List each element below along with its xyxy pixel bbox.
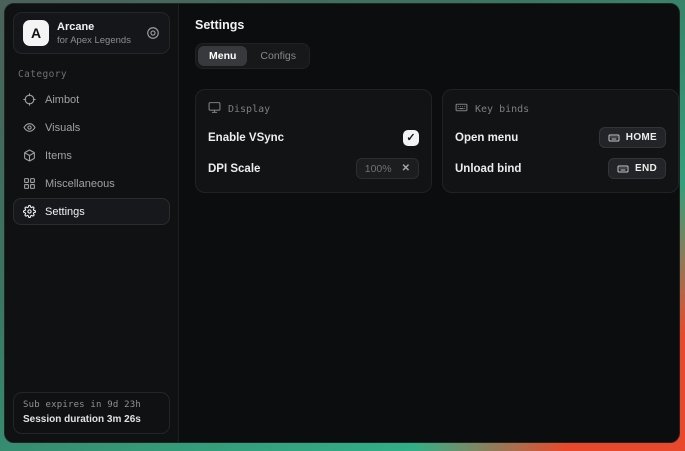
app-logo: A	[23, 20, 49, 46]
app-window: A Arcane for Apex Legends Category Aimbo	[4, 3, 680, 443]
brand-text: Arcane for Apex Legends	[57, 21, 131, 46]
keybinds-card: Key binds Open menu HOME Unload bind	[442, 89, 679, 193]
keybinds-card-title: Key binds	[475, 104, 529, 115]
open-menu-label: Open menu	[455, 132, 518, 144]
unload-bind-key: END	[635, 163, 657, 174]
vsync-label: Enable VSync	[208, 132, 284, 144]
display-card-title: Display	[228, 104, 270, 115]
sidebar-item-miscellaneous[interactable]: Miscellaneous	[13, 170, 170, 197]
vsync-row: Enable VSync ✓	[208, 127, 419, 148]
dpi-scale-input[interactable]: 100% ✕	[356, 158, 419, 179]
tab-bar: Menu Configs	[195, 43, 310, 69]
grid-icon	[23, 177, 36, 190]
keyboard-icon	[617, 163, 629, 175]
main-content: Settings Menu Configs Display	[179, 4, 680, 442]
open-menu-row: Open menu HOME	[455, 127, 666, 148]
monitor-icon	[208, 101, 221, 117]
tab-configs[interactable]: Configs	[249, 46, 307, 66]
display-card: Display Enable VSync ✓ DPI Scale 100% ✕	[195, 89, 432, 193]
dpi-row: DPI Scale 100% ✕	[208, 158, 419, 179]
sidebar-item-label: Settings	[45, 206, 85, 218]
app-name: Arcane	[57, 21, 131, 33]
unload-bind-label: Unload bind	[455, 163, 521, 175]
sidebar: A Arcane for Apex Legends Category Aimbo	[5, 4, 179, 442]
brand-card: A Arcane for Apex Legends	[13, 12, 170, 54]
box-icon	[23, 149, 36, 162]
open-menu-bind-key: HOME	[626, 132, 657, 143]
sidebar-item-items[interactable]: Items	[13, 142, 170, 169]
dpi-scale-value: 100%	[365, 163, 392, 175]
subscription-card: Sub expires in 9d 23h Session duration 3…	[13, 392, 170, 434]
crosshair-icon	[23, 93, 36, 106]
sidebar-item-label: Items	[45, 150, 72, 162]
app-subtitle: for Apex Legends	[57, 35, 131, 46]
sidebar-item-settings[interactable]: Settings	[13, 198, 170, 225]
sidebar-item-visuals[interactable]: Visuals	[13, 114, 170, 141]
page-title: Settings	[195, 18, 679, 32]
keybinds-card-header: Key binds	[455, 101, 666, 117]
sidebar-item-label: Visuals	[45, 122, 80, 134]
category-label: Category	[18, 69, 166, 80]
sidebar-item-aimbot[interactable]: Aimbot	[13, 86, 170, 113]
dpi-clear-button[interactable]: ✕	[402, 163, 410, 174]
dpi-label: DPI Scale	[208, 163, 260, 175]
tab-menu[interactable]: Menu	[198, 46, 247, 66]
sidebar-item-label: Aimbot	[45, 94, 79, 106]
eye-icon	[23, 121, 36, 134]
sub-expires-text: Sub expires in 9d 23h	[23, 400, 160, 410]
session-duration-text: Session duration 3m 26s	[23, 414, 160, 425]
keyboard-icon	[455, 101, 468, 117]
keyboard-icon	[608, 132, 620, 144]
settings-cards: Display Enable VSync ✓ DPI Scale 100% ✕	[195, 89, 679, 193]
target-icon[interactable]	[146, 26, 160, 40]
unload-bind-row: Unload bind END	[455, 158, 666, 179]
gear-icon	[23, 205, 36, 218]
sidebar-item-label: Miscellaneous	[45, 178, 115, 190]
open-menu-bind-button[interactable]: HOME	[599, 127, 666, 148]
vsync-checkbox[interactable]: ✓	[403, 130, 419, 146]
display-card-header: Display	[208, 101, 419, 117]
unload-bind-button[interactable]: END	[608, 158, 666, 179]
